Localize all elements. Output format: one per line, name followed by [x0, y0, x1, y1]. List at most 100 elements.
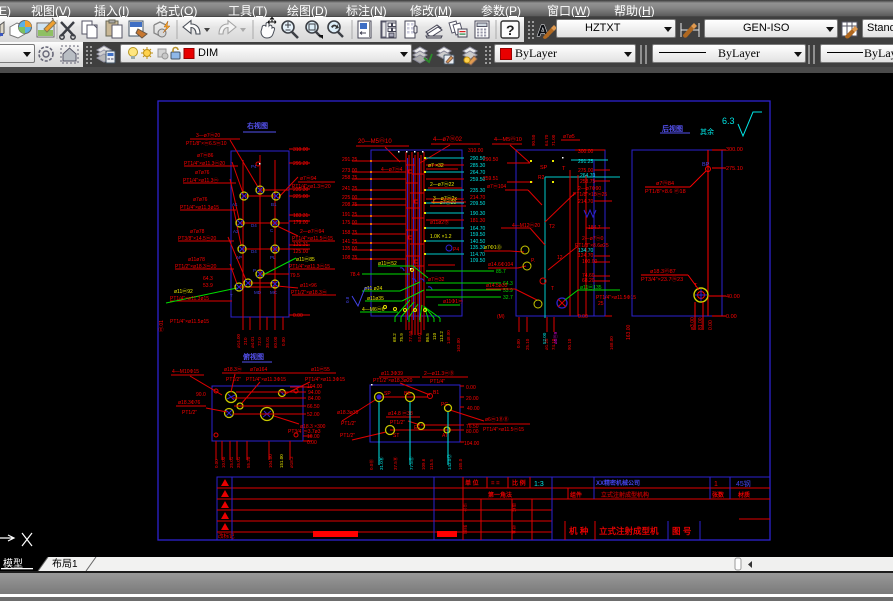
svg-text:机 种: 机 种	[569, 526, 589, 536]
svg-text:单 位: 单 位	[465, 479, 479, 487]
svg-text:PT1/4"×ø11.3Φ15: PT1/4"×ø11.3Φ15	[246, 377, 286, 383]
svg-text:115.5: 115.5	[429, 459, 434, 470]
svg-text:立式注射成型机: 立式注射成型机	[599, 526, 659, 536]
svg-text:68.2: 68.2	[392, 333, 397, 342]
svg-text:PT1/8"×18ⓜ25: PT1/8"×18ⓜ25	[573, 191, 607, 198]
svg-text:制图: 制图	[461, 525, 468, 534]
svg-text:ø14.5ø33: ø14.5ø33	[486, 283, 508, 289]
svg-text:159.50: 159.50	[470, 232, 486, 238]
svg-text:179.00: 179.00	[293, 220, 309, 226]
svg-text:P4: P4	[251, 164, 257, 169]
svg-text:PT1/2"×ø18.3ⓜ20: PT1/2"×ø18.3ⓜ20	[175, 263, 217, 270]
svg-text:PT3/8"×14.5ⓜ20: PT3/8"×14.5ⓜ20	[178, 235, 217, 242]
svg-text:P4: P4	[453, 247, 459, 253]
svg-text:264.70: 264.70	[580, 173, 596, 179]
svg-text:ø7ø76: ø7ø76	[195, 170, 210, 176]
svg-text:ø7ø78: ø7ø78	[190, 229, 205, 235]
svg-text:25.01: 25.01	[229, 456, 234, 468]
svg-text:材质: 材质	[737, 491, 750, 499]
svg-text:ø14.6Φ104: ø14.6Φ104	[488, 262, 513, 268]
svg-text:ø11ø78: ø11ø78	[188, 257, 205, 263]
svg-text:ø11ø2Ⓑ: ø11ø2Ⓑ	[430, 219, 449, 226]
svg-text:86.5: 86.5	[425, 333, 430, 342]
svg-text:104.00: 104.00	[464, 441, 480, 447]
svg-text:64.3: 64.3	[203, 276, 213, 282]
svg-text:53.9: 53.9	[203, 283, 213, 289]
svg-text:0.00: 0.00	[214, 459, 219, 468]
svg-text:72.0: 72.0	[257, 337, 262, 346]
svg-text:210: 210	[243, 337, 248, 345]
svg-text:P: P	[253, 268, 256, 273]
svg-text:PT1/2": PT1/2"	[182, 410, 197, 416]
svg-text:190.30: 190.30	[470, 211, 486, 217]
svg-text:PT1/2": PT1/2"	[341, 421, 356, 427]
svg-text:ø11×96: ø11×96	[300, 283, 317, 289]
svg-text:PT1/4"×ø11.5ⓜ15: PT1/4"×ø11.5ⓜ15	[483, 426, 524, 433]
svg-text:改标记: 改标记	[218, 532, 235, 540]
svg-text:ø18.3ⓜ87: ø18.3ⓜ87	[650, 267, 676, 275]
svg-text:241.25: 241.25	[342, 186, 358, 192]
svg-text:ø7ⓜ104: ø7ⓜ104	[487, 183, 506, 190]
svg-text:2—ø7ⓜ0: 2—ø7ⓜ0	[582, 235, 604, 242]
svg-text:0.00: 0.00	[578, 314, 588, 320]
svg-text:ø18.3: ø18.3	[289, 456, 294, 468]
svg-text:78.4: 78.4	[350, 272, 360, 278]
svg-text:4—M10Φ15: 4—M10Φ15	[172, 369, 199, 375]
svg-text:77.50: 77.50	[408, 330, 413, 342]
svg-text:35.01: 35.01	[265, 336, 270, 348]
svg-text:2—ø11.3ⓜⒷ: 2—ø11.3ⓜⒷ	[424, 370, 454, 377]
svg-text:163.00: 163.00	[626, 324, 632, 340]
svg-text:0.8: 0.8	[345, 296, 350, 303]
svg-text:比 例: 比 例	[512, 479, 526, 487]
svg-text:PT1/4"×ø11.3ø15: PT1/4"×ø11.3ø15	[170, 296, 209, 302]
svg-text:90.50: 90.50	[531, 134, 536, 146]
svg-text:ø11ⓜ92: ø11ⓜ92	[174, 288, 193, 295]
svg-text:ø7 ×32: ø7 ×32	[428, 163, 444, 169]
svg-text:4—M6ⓜ6: 4—M6ⓜ6	[362, 306, 385, 313]
svg-text:PT1/4"×ø11.3Φ15: PT1/4"×ø11.3Φ15	[305, 377, 345, 383]
svg-text:300.00: 300.00	[726, 147, 743, 153]
svg-text:45钢: 45钢	[736, 479, 751, 488]
svg-text:ø7ø76: ø7ø76	[193, 197, 208, 203]
svg-text:93.0: 93.0	[417, 333, 422, 342]
svg-text:后视图: 后视图	[662, 124, 683, 133]
svg-text:35.01: 35.01	[236, 456, 241, 468]
svg-text:T: T	[551, 286, 554, 292]
svg-text:ⓜ.01: ⓜ.01	[158, 320, 165, 332]
svg-text:25: 25	[598, 301, 604, 307]
svg-text:3—ø7ⓜ20: 3—ø7ⓜ20	[196, 132, 220, 139]
svg-text:25.10: 25.10	[525, 338, 530, 350]
svg-text:148.00: 148.00	[446, 330, 451, 344]
svg-text:113.2: 113.2	[439, 331, 444, 342]
svg-text:俯视图: 俯视图	[243, 352, 264, 361]
svg-text:PT1/2"×ø18.3ø20: PT1/2"×ø18.3ø20	[373, 378, 413, 384]
svg-text:A1: A1	[232, 202, 238, 207]
svg-text:PT1/4"×ø11.3ø15: PT1/4"×ø11.3ø15	[180, 205, 219, 211]
svg-text:ø14.00: ø14.00	[236, 333, 241, 348]
svg-text:BP: BP	[702, 162, 710, 168]
svg-text:?: ?	[506, 22, 515, 38]
svg-text:R2: R2	[538, 175, 545, 181]
svg-text:141.25: 141.25	[342, 239, 358, 245]
svg-text:80.00: 80.00	[466, 429, 479, 435]
svg-text:32.7: 32.7	[503, 295, 513, 301]
svg-text:ø11 ø24: ø11 ø24	[364, 286, 382, 292]
svg-text:225.00: 225.00	[342, 195, 358, 201]
svg-text:PT1/4"×ø11.3ⓜ15: PT1/4"×ø11.3ⓜ15	[289, 263, 330, 270]
svg-text:MC: MC	[270, 290, 278, 295]
svg-text:258.75: 258.75	[580, 179, 596, 185]
svg-text:ø11ⓜ85: ø11ⓜ85	[296, 256, 315, 263]
svg-text:291.25: 291.25	[342, 157, 358, 163]
svg-text:ø11ⓜ52: ø11ⓜ52	[378, 260, 397, 267]
svg-text:225.00: 225.00	[293, 194, 309, 200]
svg-text:SP: SP	[384, 391, 391, 397]
svg-text:立式注射成型机构: 立式注射成型机构	[601, 491, 649, 499]
svg-text:PT1/4"×ø11.3ⓜ: PT1/4"×ø11.3ⓜ	[183, 177, 218, 184]
svg-text:ø11ⓜ55: ø11ⓜ55	[311, 366, 330, 373]
svg-text:B1: B1	[433, 390, 439, 396]
svg-text:T: T	[562, 166, 566, 172]
svg-text:104.00: 104.00	[268, 454, 273, 468]
svg-text:ø4.01: ø4.01	[250, 336, 255, 348]
svg-text:110: 110	[432, 332, 437, 340]
svg-text:163.00: 163.00	[456, 338, 461, 352]
